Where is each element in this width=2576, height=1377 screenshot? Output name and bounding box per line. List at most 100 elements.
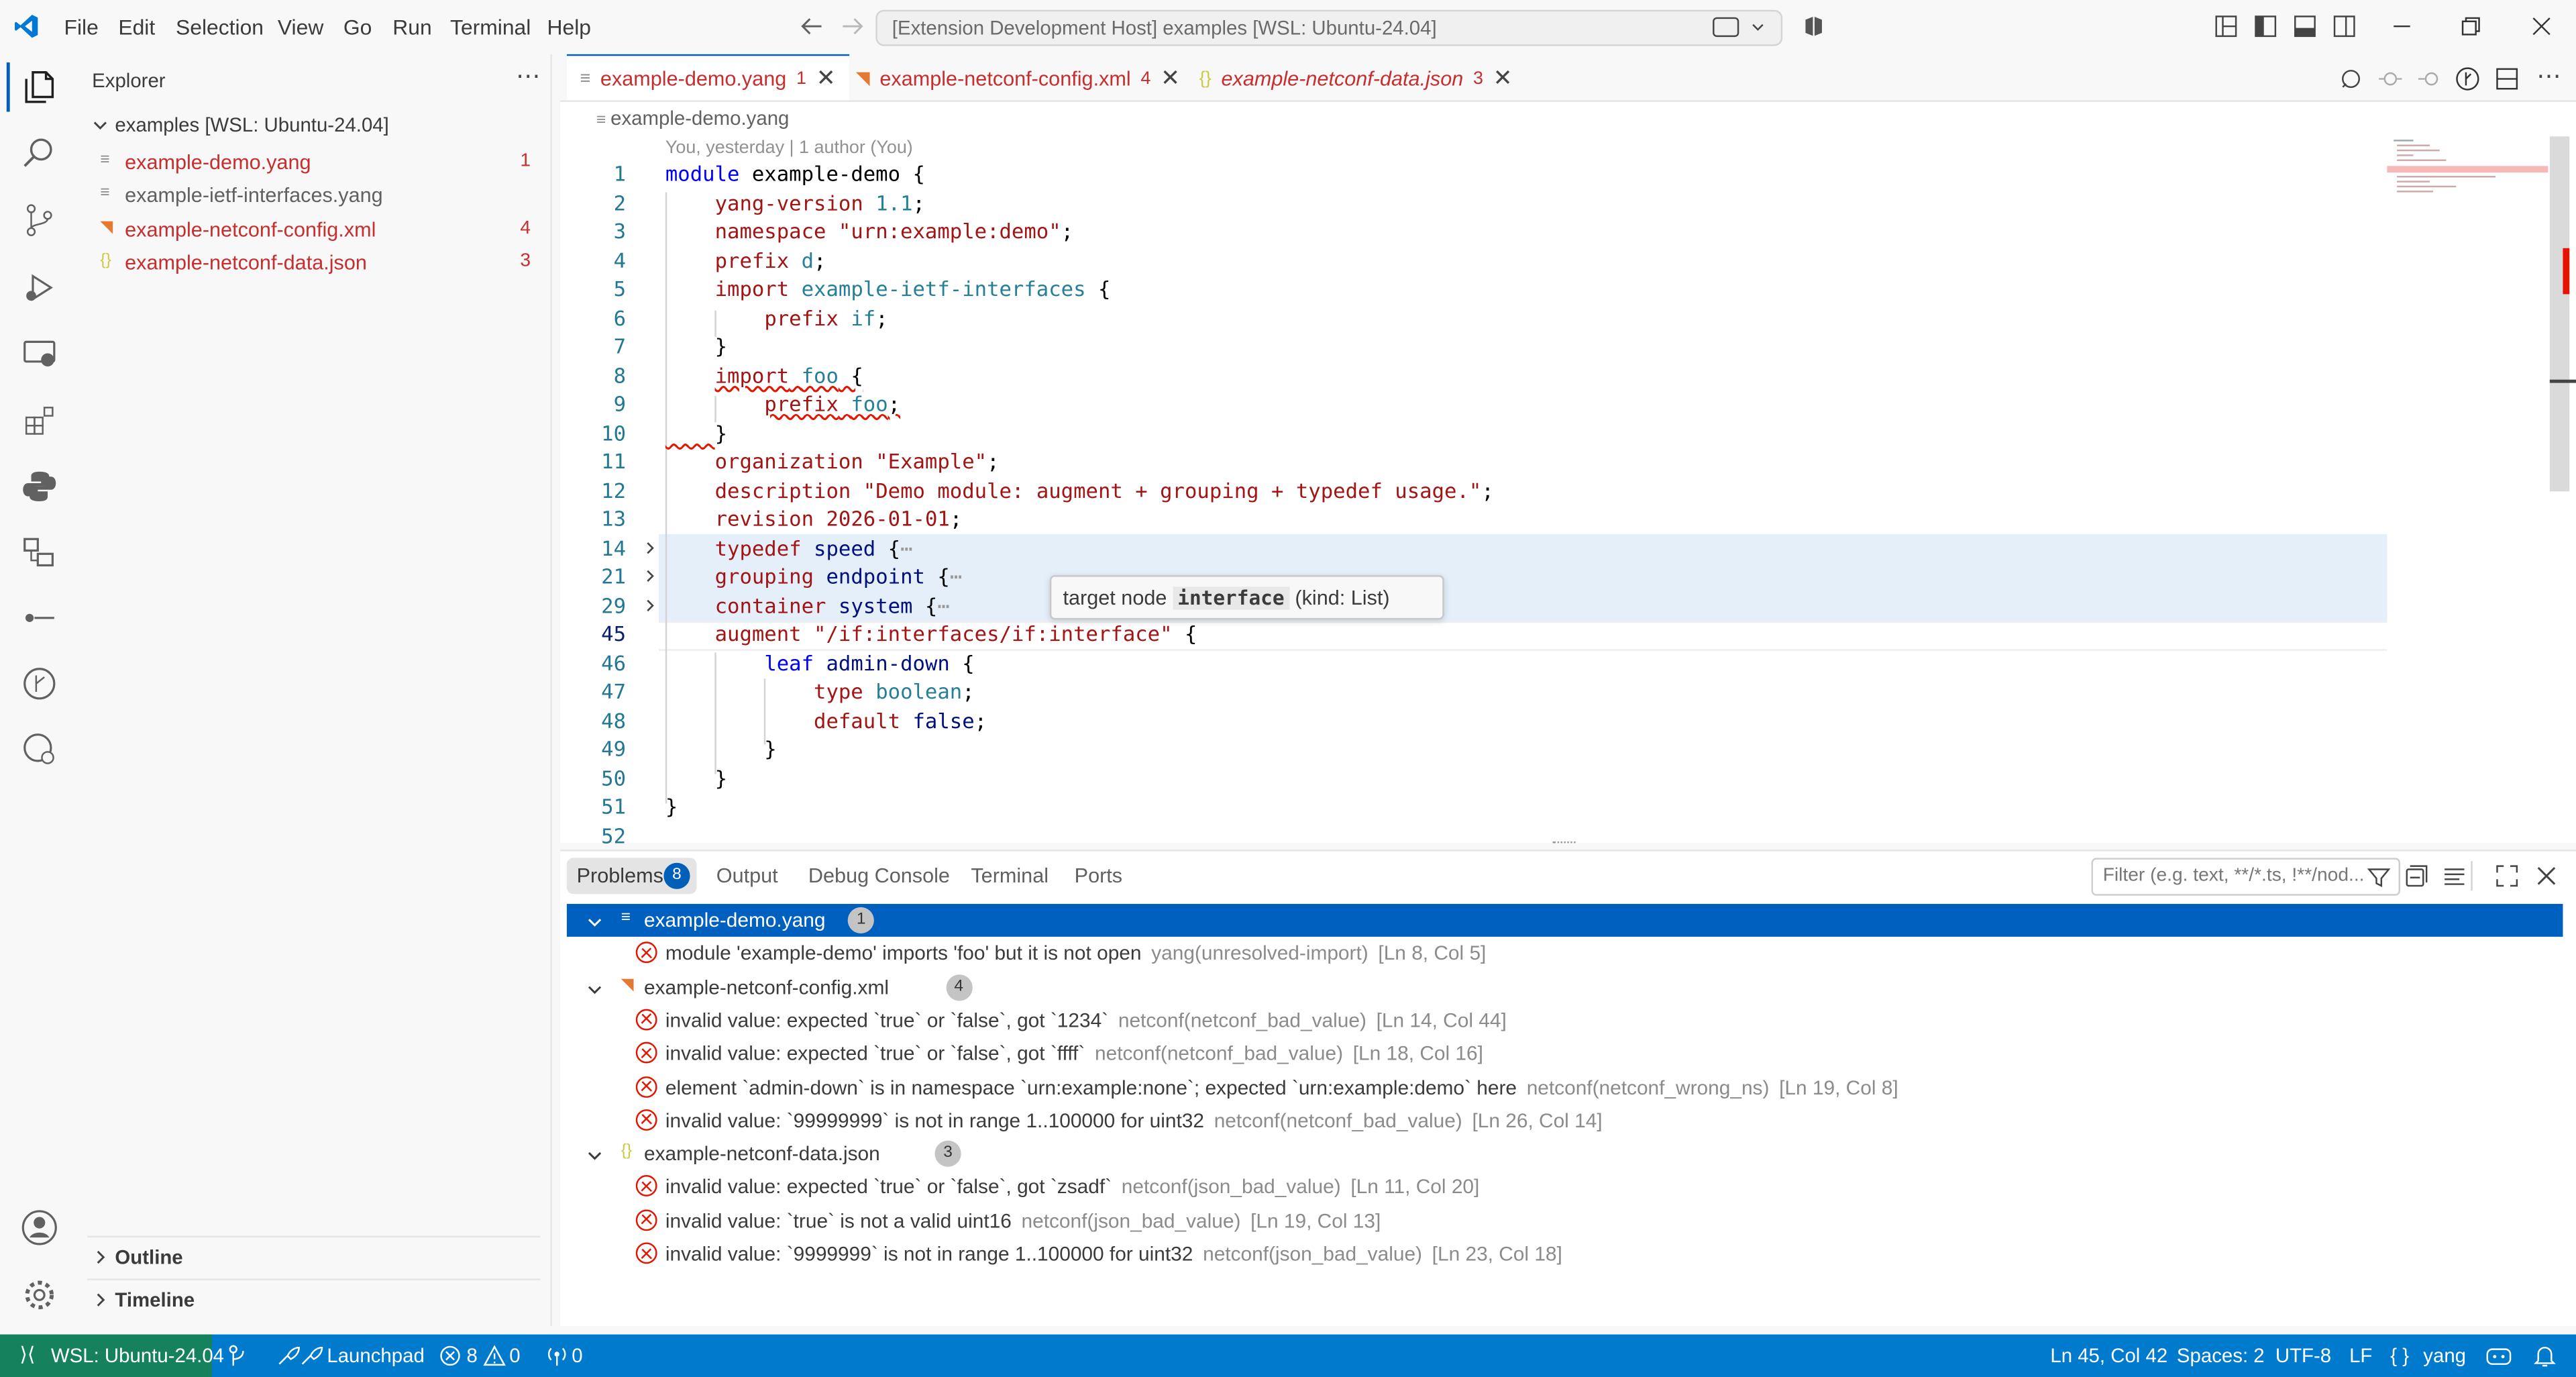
git-history-icon[interactable] [18,728,61,771]
tab-terminal[interactable]: Terminal [971,864,1049,887]
sidebar-file-item[interactable]: ≡ example-ietf-interfaces.yang [74,180,550,213]
problem-file-group[interactable]: {} example-netconf-data.json 3 [560,1137,2576,1170]
end-of-line[interactable]: LF [2349,1344,2372,1367]
restore-icon[interactable] [2461,16,2481,36]
menu-selection[interactable]: Selection [176,15,264,40]
menu-edit[interactable]: Edit [118,15,155,40]
code-line[interactable]: } [665,766,727,790]
next-change-icon[interactable] [2416,66,2443,92]
source-control-icon[interactable] [18,199,61,242]
search-icon[interactable] [18,132,61,174]
collapse-all-icon[interactable] [2405,864,2428,887]
git-lens-icon[interactable] [2455,66,2481,92]
warning-count[interactable]: 0 [509,1344,520,1367]
more-actions-icon[interactable]: ⋯ [516,61,541,91]
view-as-list-icon[interactable] [2443,864,2466,887]
close-window-icon[interactable] [2532,16,2551,36]
problem-item[interactable]: invalid value: expected `true` or `false… [560,1004,2576,1037]
problem-item[interactable]: element `admin-down` is in namespace `ur… [560,1071,2576,1104]
toggle-secondary-sidebar-icon[interactable] [2333,15,2356,38]
tab-example-demo-yang[interactable]: ≡ example-demo.yang 1 ✕ [566,54,849,101]
warning-status-icon[interactable] [483,1344,506,1367]
sidebar-file-item[interactable]: ≡ example-demo.yang 1 [74,146,550,179]
menu-file[interactable]: File [64,15,99,40]
yang-explorer-icon[interactable] [18,531,61,574]
code-line[interactable]: grouping endpoint {⋯ [665,564,963,589]
previous-change-icon[interactable] [2377,66,2404,92]
timeline-dots-icon[interactable] [18,597,61,640]
copilot-chat-icon[interactable] [1712,15,1768,41]
problem-item[interactable]: module 'example-demo' imports 'foo' but … [560,937,2576,970]
split-editor-icon[interactable] [2494,66,2520,92]
git-graph-icon[interactable] [18,662,61,705]
manage-gear-icon[interactable] [18,1274,61,1317]
cursor-position[interactable]: Ln 45, Col 42 [2050,1344,2167,1367]
tab-output[interactable]: Output [716,864,778,887]
maximize-panel-icon[interactable] [2496,864,2518,887]
remote-indicator[interactable]: ⟩⟨ WSL: Ubuntu-24.04 [0,1334,224,1377]
code-line[interactable]: yang-version 1.1; [665,191,925,215]
error-count[interactable]: 8 [467,1344,478,1367]
tab-example-netconf-config-xml[interactable]: ◥ example-netconf-config.xml 4 ✕ [843,54,1193,102]
remote-explorer-icon[interactable] [18,332,61,375]
ports-count[interactable]: 0 [572,1344,582,1367]
problem-item[interactable]: invalid value: expected `true` or `false… [560,1037,2576,1070]
code-line[interactable]: prefix d; [665,248,826,273]
code-line[interactable]: } [665,736,776,761]
filter-icon[interactable] [2367,866,2391,889]
outline-section[interactable]: Outline [74,1241,550,1274]
fold-chevron-icon[interactable] [643,568,657,583]
launchpad-icon[interactable] [274,1343,323,1369]
close-panel-icon[interactable] [2535,864,2558,887]
problem-item[interactable]: invalid value: expected `true` or `false… [560,1171,2576,1204]
menu-help[interactable]: Help [547,15,592,40]
forward-arrow-icon[interactable] [841,15,864,38]
folder-row[interactable]: examples [WSL: Ubuntu-24.04] [74,110,550,143]
compare-changes-icon[interactable] [2338,66,2364,92]
code-line[interactable]: } [665,794,678,819]
code-line[interactable]: revision 2026-01-01; [665,506,963,531]
problem-file-group[interactable]: ◥ example-netconf-config.xml 4 [560,970,2576,1003]
code-line[interactable]: augment "/if:interfaces/if:interface" { [665,621,1197,646]
code-line[interactable]: import example-ietf-interfaces { [665,276,1111,301]
problem-file-group[interactable]: ≡ example-demo.yang 1 [566,903,2563,937]
timeline-section[interactable]: Timeline [74,1284,550,1317]
run-debug-icon[interactable] [18,266,61,309]
code-line[interactable]: prefix foo; [665,391,900,416]
language-mode[interactable]: yang [2423,1344,2466,1367]
git-lens-status-icon[interactable] [225,1343,252,1369]
problem-item[interactable]: invalid value: `true` is not a valid uin… [560,1204,2576,1237]
tab-debug-console[interactable]: Debug Console [808,864,950,887]
sidebar-file-item[interactable]: {} example-netconf-data.json 3 [74,246,550,279]
menu-view[interactable]: View [278,15,323,40]
indentation[interactable]: Spaces: 2 [2177,1344,2265,1367]
problem-item[interactable]: invalid value: `99999999` is not in rang… [560,1104,2576,1137]
code-line[interactable]: organization "Example"; [665,449,1000,474]
editor-more-icon[interactable]: ⋯ [2536,61,2561,91]
launchpad-label[interactable]: Launchpad [327,1344,424,1367]
code-line[interactable]: leaf admin-down { [665,651,974,676]
code-line[interactable]: import foo { [665,363,863,388]
close-tab-icon[interactable]: ✕ [1493,64,1513,93]
editor-scrollbar-thumb[interactable] [2549,136,2570,492]
back-arrow-icon[interactable] [800,15,823,38]
tab-ports[interactable]: Ports [1075,864,1122,887]
code-line[interactable]: typedef speed {⋯ [665,536,913,560]
minimap[interactable] [2387,136,2551,235]
menu-go[interactable]: Go [343,15,372,40]
breadcrumb[interactable]: ≡ example-demo.yang [596,107,789,130]
panel-sash[interactable] [1552,841,1576,846]
tab-example-netconf-data-json[interactable]: {} example-netconf-data.json 3 ✕ [1186,54,1525,102]
code-line[interactable]: module example-demo { [665,161,925,186]
copilot-status-icon[interactable] [2484,1343,2514,1369]
code-line[interactable]: container system {⋯ [665,593,950,618]
code-line[interactable]: } [665,421,727,446]
toggle-sidebar-icon[interactable] [2254,15,2277,38]
menu-terminal[interactable]: Terminal [450,15,531,40]
fold-chevron-icon[interactable] [643,598,657,613]
code-line[interactable]: description "Demo module: augment + grou… [665,478,1494,503]
fold-chevron-icon[interactable] [643,541,657,556]
encoding[interactable]: UTF-8 [2275,1344,2331,1367]
explorer-icon[interactable] [18,66,61,109]
code-line[interactable]: default false; [665,709,987,733]
